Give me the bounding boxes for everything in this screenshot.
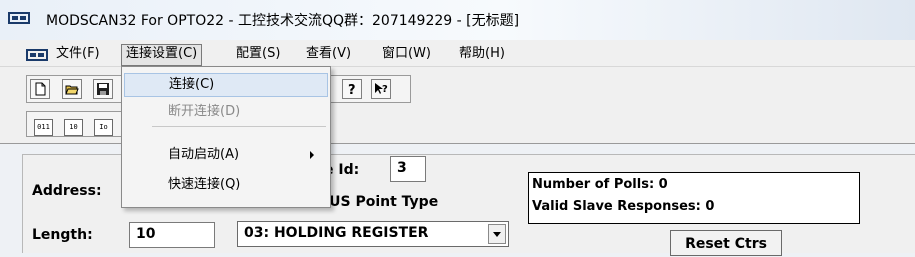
- reset-counters-button[interactable]: Reset Ctrs: [670, 230, 782, 256]
- context-help-icon[interactable]: ?: [371, 79, 391, 99]
- length-label: Length:: [32, 227, 93, 243]
- submenu-arrow-icon: [310, 151, 314, 159]
- open-folder-icon[interactable]: [62, 79, 82, 99]
- chevron-down-icon[interactable]: [488, 224, 506, 244]
- save-icon[interactable]: [93, 79, 113, 99]
- menu-setup[interactable]: 配置(S): [232, 44, 284, 64]
- menu-item-auto-start[interactable]: 自动启动(A): [124, 143, 328, 167]
- poll-stats-box: Number of Polls: 0 Valid Slave Responses…: [528, 172, 860, 224]
- menu-file[interactable]: 文件(F): [52, 44, 104, 64]
- menu-item-disconnect[interactable]: 断开连接(D): [124, 100, 328, 124]
- svg-text:?: ?: [348, 83, 356, 96]
- menu-separator: [152, 126, 326, 127]
- svg-text:?: ?: [382, 84, 388, 95]
- title-bar: MODSCAN32 For OPTO22 - 工控技术交流QQ群：2071492…: [0, 0, 915, 40]
- decimal-display-icon[interactable]: 10: [64, 119, 83, 136]
- valid-responses-count: Valid Slave Responses: 0: [532, 199, 715, 214]
- new-file-icon[interactable]: [30, 79, 50, 99]
- binary-display-icon[interactable]: 011: [34, 119, 53, 136]
- point-type-select[interactable]: 03: HOLDING REGISTER: [237, 221, 509, 247]
- menu-window[interactable]: 窗口(W): [378, 44, 435, 64]
- window-title: MODSCAN32 For OPTO22 - 工控技术交流QQ群：2071492…: [46, 13, 520, 29]
- polls-count: Number of Polls: 0: [532, 177, 668, 192]
- menu-item-auto-start-label: 自动启动(A): [168, 147, 240, 162]
- menu-item-connect[interactable]: 连接(C): [124, 73, 328, 97]
- point-type-value: 03: HOLDING REGISTER: [244, 225, 429, 241]
- app-icon: [8, 12, 30, 24]
- length-input[interactable]: 10: [129, 222, 215, 248]
- help-icon[interactable]: ?: [342, 79, 362, 99]
- address-label: Address:: [32, 183, 102, 199]
- menu-connection[interactable]: 连接设置(C): [121, 44, 203, 66]
- menu-item-quick-connect[interactable]: 快速连接(Q): [124, 173, 328, 197]
- device-id-input[interactable]: 3: [390, 156, 426, 182]
- connection-menu-dropdown: 连接(C) 断开连接(D) 自动启动(A) 快速连接(Q): [121, 66, 331, 208]
- menu-help[interactable]: 帮助(H): [455, 44, 509, 64]
- io-display-icon[interactable]: Io: [94, 119, 113, 136]
- menu-view[interactable]: 查看(V): [302, 44, 355, 64]
- mdi-child-icon[interactable]: [26, 49, 48, 61]
